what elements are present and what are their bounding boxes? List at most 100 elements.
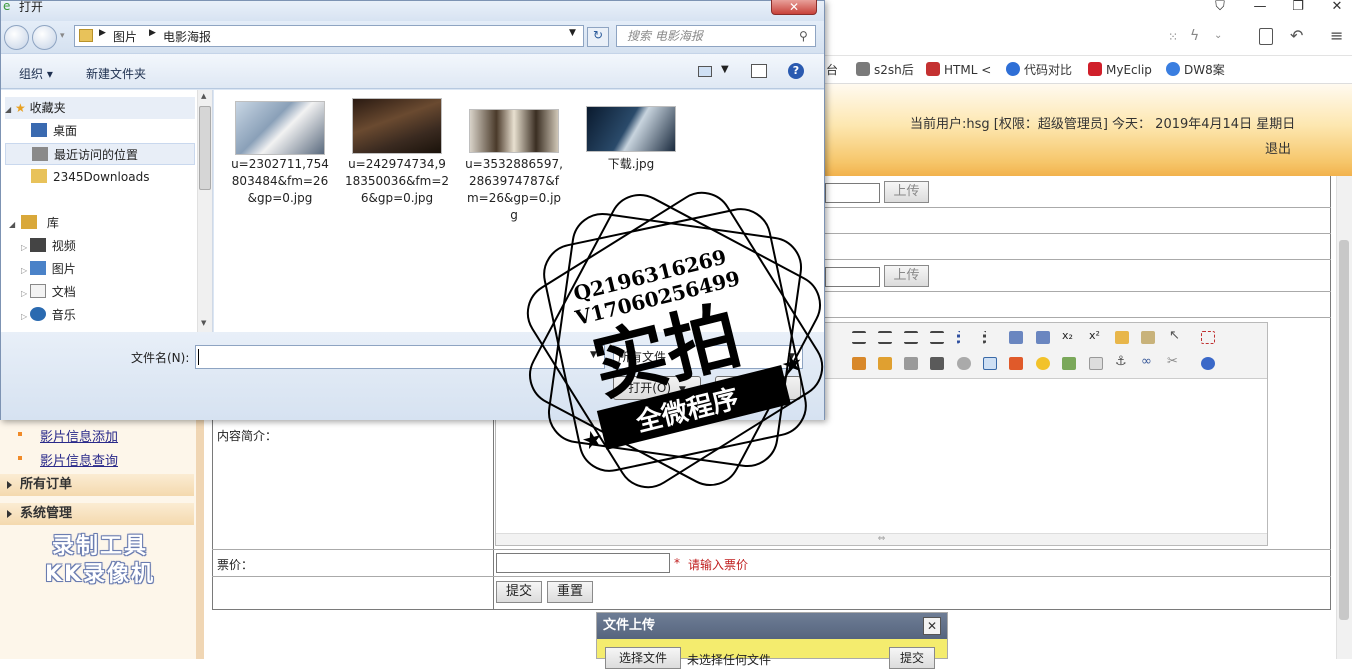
close-icon[interactable]: ✕ <box>1322 0 1352 16</box>
nav-downloads[interactable]: 2345Downloads <box>31 166 149 188</box>
undo-icon[interactable]: ↶ <box>1290 26 1303 45</box>
superscript-icon[interactable]: x² <box>1089 329 1100 342</box>
anchor-icon[interactable]: ⚓ <box>1115 354 1127 369</box>
multi-image-icon[interactable] <box>878 357 892 370</box>
hr-icon[interactable] <box>1009 357 1023 370</box>
scroll-down-icon[interactable]: ▼ <box>201 319 206 327</box>
back-icon[interactable] <box>4 25 29 50</box>
indent-icon[interactable] <box>1009 331 1023 344</box>
dialog-titlebar[interactable]: e 打开 <box>1 0 824 21</box>
subscript-icon[interactable]: x₂ <box>1062 329 1073 342</box>
file-thumbnail-4[interactable] <box>586 106 676 152</box>
nav-documents[interactable]: ▷ 文档 <box>21 281 76 303</box>
page-scroll-thumb[interactable] <box>1339 240 1349 620</box>
help-icon[interactable]: ? <box>788 63 804 79</box>
forward-icon[interactable] <box>32 25 57 50</box>
choose-file-button[interactable]: 选择文件 <box>605 647 681 669</box>
bookmark-4[interactable]: MyEclip <box>1088 61 1152 79</box>
dialog-close-button[interactable]: ✕ <box>771 0 817 15</box>
nav-pictures[interactable]: ▷ 图片 <box>21 258 76 280</box>
clear-format-icon[interactable] <box>1141 331 1155 344</box>
lightning-icon[interactable]: ϟ <box>1190 28 1199 44</box>
refresh-icon[interactable]: ↻ <box>587 27 609 47</box>
menu-icon[interactable]: ≡ <box>1330 26 1343 45</box>
nav-scrollbar[interactable]: ▲ ▼ <box>197 90 212 332</box>
logout-link[interactable]: 退出 <box>1265 138 1291 157</box>
search-icon[interactable]: ⚲ <box>799 26 808 46</box>
reader-icon[interactable] <box>1259 28 1273 45</box>
brush-icon[interactable] <box>1115 331 1129 344</box>
map-icon[interactable] <box>1062 357 1076 370</box>
table-icon[interactable] <box>983 357 997 370</box>
new-folder-button[interactable]: 新建文件夹 <box>86 65 146 82</box>
nav-scroll-thumb[interactable] <box>199 106 211 190</box>
organize-button[interactable]: 组织 ▾ <box>19 65 53 82</box>
nav-desktop[interactable]: 桌面 <box>31 120 77 142</box>
upload-button-2[interactable]: 上传 <box>884 265 929 287</box>
bookmark-2[interactable]: HTML < <box>926 61 991 79</box>
align-center-icon[interactable] <box>878 331 892 344</box>
image-path-input[interactable] <box>825 267 880 287</box>
price-input[interactable] <box>496 553 670 573</box>
bookmark-3[interactable]: 代码对比 <box>1006 61 1072 79</box>
breadcrumb-movie-posters[interactable]: 电影海报 <box>163 28 211 45</box>
library-header[interactable]: ◢ 库 <box>9 212 59 234</box>
media-icon[interactable] <box>930 357 944 370</box>
align-right-icon[interactable] <box>904 331 918 344</box>
file-thumbnail-1[interactable] <box>235 101 325 155</box>
minimize-icon[interactable]: — <box>1245 0 1275 16</box>
pagebreak-icon[interactable] <box>1089 357 1103 370</box>
bookmark-5[interactable]: DW8案 <box>1166 61 1225 79</box>
file-name-2[interactable]: u=242974734,9 18350036&fm=2 6&gp=0.jpg <box>345 156 449 207</box>
link-icon[interactable]: ∞ <box>1141 354 1152 369</box>
bookmark-1[interactable]: s2sh后 <box>856 61 914 79</box>
address-dropdown-icon[interactable]: ▼ <box>569 28 576 38</box>
upload-submit-button[interactable]: 提交 <box>889 647 935 669</box>
select-all-icon[interactable]: ↖ <box>1169 328 1180 343</box>
attachment-icon[interactable] <box>957 357 971 370</box>
view-dropdown-icon[interactable]: ▼ <box>721 64 729 75</box>
restore-icon[interactable]: ❐ <box>1283 0 1313 16</box>
align-left-icon[interactable] <box>852 331 866 344</box>
image-icon[interactable] <box>852 357 866 370</box>
ordered-list-icon[interactable] <box>957 331 971 344</box>
breadcrumb-pictures[interactable]: 图片 <box>113 28 137 45</box>
unlink-icon[interactable]: ✂ <box>1167 354 1178 369</box>
chevron-down-icon[interactable]: ⌄ <box>1214 30 1222 41</box>
nav-music[interactable]: ▷ 音乐 <box>21 304 76 326</box>
history-dropdown-icon[interactable]: ▾ <box>60 31 65 41</box>
preview-pane-icon[interactable] <box>751 64 767 78</box>
view-icon[interactable] <box>698 66 712 77</box>
favorites-header[interactable]: ◢ ★ 收藏夹 <box>5 97 195 119</box>
bookmark-0[interactable]: 台 <box>826 61 838 79</box>
poster-path-input[interactable] <box>825 183 880 203</box>
nav-videos[interactable]: ▷ 视频 <box>21 235 76 257</box>
address-bar[interactable]: ▶ 图片 ▶ 电影海报 ▼ <box>74 25 584 47</box>
fullscreen-icon[interactable] <box>1201 331 1215 344</box>
flash-icon[interactable] <box>904 357 918 370</box>
search-input[interactable]: 搜索 电影海报 ⚲ <box>616 25 816 47</box>
upload-button-1[interactable]: 上传 <box>884 181 929 203</box>
menu-film-add[interactable]: 影片信息添加 <box>40 426 118 445</box>
outdent-icon[interactable] <box>1036 331 1050 344</box>
file-name-4[interactable]: 下载.jpg <box>579 156 683 173</box>
nav-recent[interactable]: 最近访问的位置 <box>5 143 195 165</box>
table-border <box>825 291 1331 292</box>
scroll-up-icon[interactable]: ▲ <box>201 92 206 100</box>
align-justify-icon[interactable] <box>930 331 944 344</box>
shirt-skin-icon[interactable]: ⛉ <box>1205 0 1235 16</box>
submit-button[interactable]: 提交 <box>496 581 542 603</box>
menu-system-manage[interactable]: 系统管理 <box>0 503 194 525</box>
file-thumbnail-3[interactable] <box>469 109 559 153</box>
apps-grid-icon[interactable]: ⁙ <box>1168 30 1178 44</box>
emoticon-icon[interactable] <box>1036 357 1050 370</box>
file-thumbnail-2[interactable] <box>352 98 442 154</box>
menu-all-orders[interactable]: 所有订单 <box>0 474 194 496</box>
upload-close-icon[interactable]: ✕ <box>923 617 941 635</box>
unordered-list-icon[interactable] <box>983 331 997 344</box>
reset-button[interactable]: 重置 <box>547 581 593 603</box>
editor-resize-bar[interactable]: ⇔ <box>496 533 1267 545</box>
menu-film-query[interactable]: 影片信息查询 <box>40 450 118 469</box>
file-name-1[interactable]: u=2302711,754 803484&fm=26 &gp=0.jpg <box>228 156 332 207</box>
help-icon[interactable] <box>1201 357 1215 370</box>
